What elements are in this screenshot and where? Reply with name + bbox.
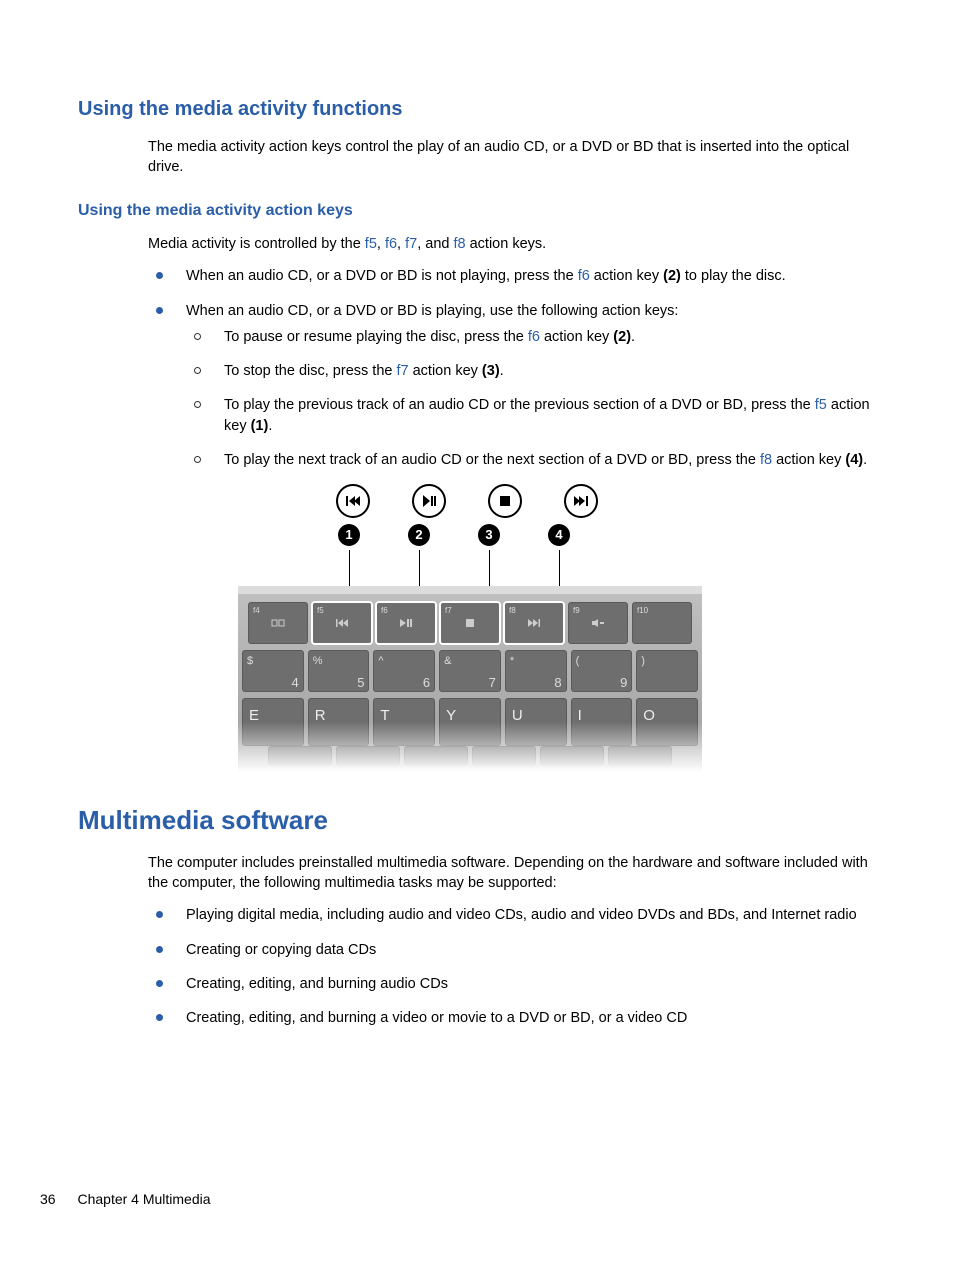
keyboard-key-E: E: [242, 698, 304, 746]
keyboard-diagram: 1 2 3 4 f4f5f6f7f8f9f10 $4%5^6&7*8(9) ER…: [238, 484, 702, 772]
sub-bullet-pause: To pause or resume playing the disc, pre…: [186, 327, 876, 347]
keyboard-key-6: ^6: [373, 650, 435, 692]
keyboard-key-U: U: [505, 698, 567, 746]
sub-bullet-next: To play the next track of an audio CD or…: [186, 450, 876, 470]
page-number: 36: [40, 1191, 56, 1207]
keyboard-key-f5: f5: [312, 602, 372, 644]
keyboard-key-f9: f9: [568, 602, 628, 644]
keyboard-key-f4: f4: [248, 602, 308, 644]
stop-icon: [488, 484, 522, 518]
heading-media-activity: Using the media activity functions: [78, 95, 876, 123]
keyboard-key-f6: f6: [376, 602, 436, 644]
keyboard-key-O: O: [636, 698, 698, 746]
chapter-label: Chapter 4 Multimedia: [77, 1191, 210, 1207]
keyboard-key-4: $4: [242, 650, 304, 692]
keyboard-key-f7: f7: [440, 602, 500, 644]
key-f6-link[interactable]: f6: [578, 268, 590, 284]
subheading-action-keys: Using the media activity action keys: [78, 200, 876, 222]
bullet-playing: When an audio CD, or a DVD or BD is play…: [148, 301, 876, 471]
keyboard-key-Y: Y: [439, 698, 501, 746]
key-f6-link[interactable]: f6: [528, 329, 540, 345]
callout-badge-3: 3: [478, 524, 500, 546]
key-f8-link[interactable]: f8: [760, 452, 772, 468]
key-f6-link[interactable]: f6: [385, 236, 397, 252]
mm-bullet-2: Creating, editing, and burning audio CDs: [148, 974, 876, 994]
keyboard-key-5: %5: [308, 650, 370, 692]
callout-badge-4: 4: [548, 524, 570, 546]
key-f7-link[interactable]: f7: [396, 363, 408, 379]
key-f8-link[interactable]: f8: [453, 236, 465, 252]
bullet-not-playing: When an audio CD, or a DVD or BD is not …: [148, 266, 876, 286]
sub-bullet-stop: To stop the disc, press the f7 action ke…: [186, 361, 876, 381]
keyboard-key-8: *8: [505, 650, 567, 692]
keyboard-key-R: R: [308, 698, 370, 746]
keyboard-key-T: T: [373, 698, 435, 746]
next-track-icon: [564, 484, 598, 518]
key-f5-link[interactable]: f5: [365, 236, 377, 252]
callout-badge-2: 2: [408, 524, 430, 546]
mm-intro: The computer includes preinstalled multi…: [148, 853, 876, 894]
callout-badge-1: 1: [338, 524, 360, 546]
sub-bullet-prev: To play the previous track of an audio C…: [186, 395, 876, 436]
keyboard-key-f8: f8: [504, 602, 564, 644]
prev-track-icon: [336, 484, 370, 518]
page-footer: 36 Chapter 4 Multimedia: [40, 1190, 211, 1210]
key-f7-link[interactable]: f7: [405, 236, 417, 252]
key-f5-link[interactable]: f5: [815, 397, 827, 413]
mm-bullet-0: Playing digital media, including audio a…: [148, 905, 876, 925]
mm-bullet-3: Creating, editing, and burning a video o…: [148, 1008, 876, 1028]
keyboard-key-9: (9: [571, 650, 633, 692]
controlled-by-text: Media activity is controlled by the f5, …: [148, 234, 876, 254]
keyboard-key-7: &7: [439, 650, 501, 692]
keyboard-key-f10: f10: [632, 602, 692, 644]
keyboard-key-): ): [636, 650, 698, 692]
keyboard-key-I: I: [571, 698, 633, 746]
mm-bullet-1: Creating or copying data CDs: [148, 940, 876, 960]
heading-multimedia-software: Multimedia software: [78, 802, 876, 838]
intro-paragraph: The media activity action keys control t…: [148, 137, 876, 178]
play-pause-icon: [412, 484, 446, 518]
